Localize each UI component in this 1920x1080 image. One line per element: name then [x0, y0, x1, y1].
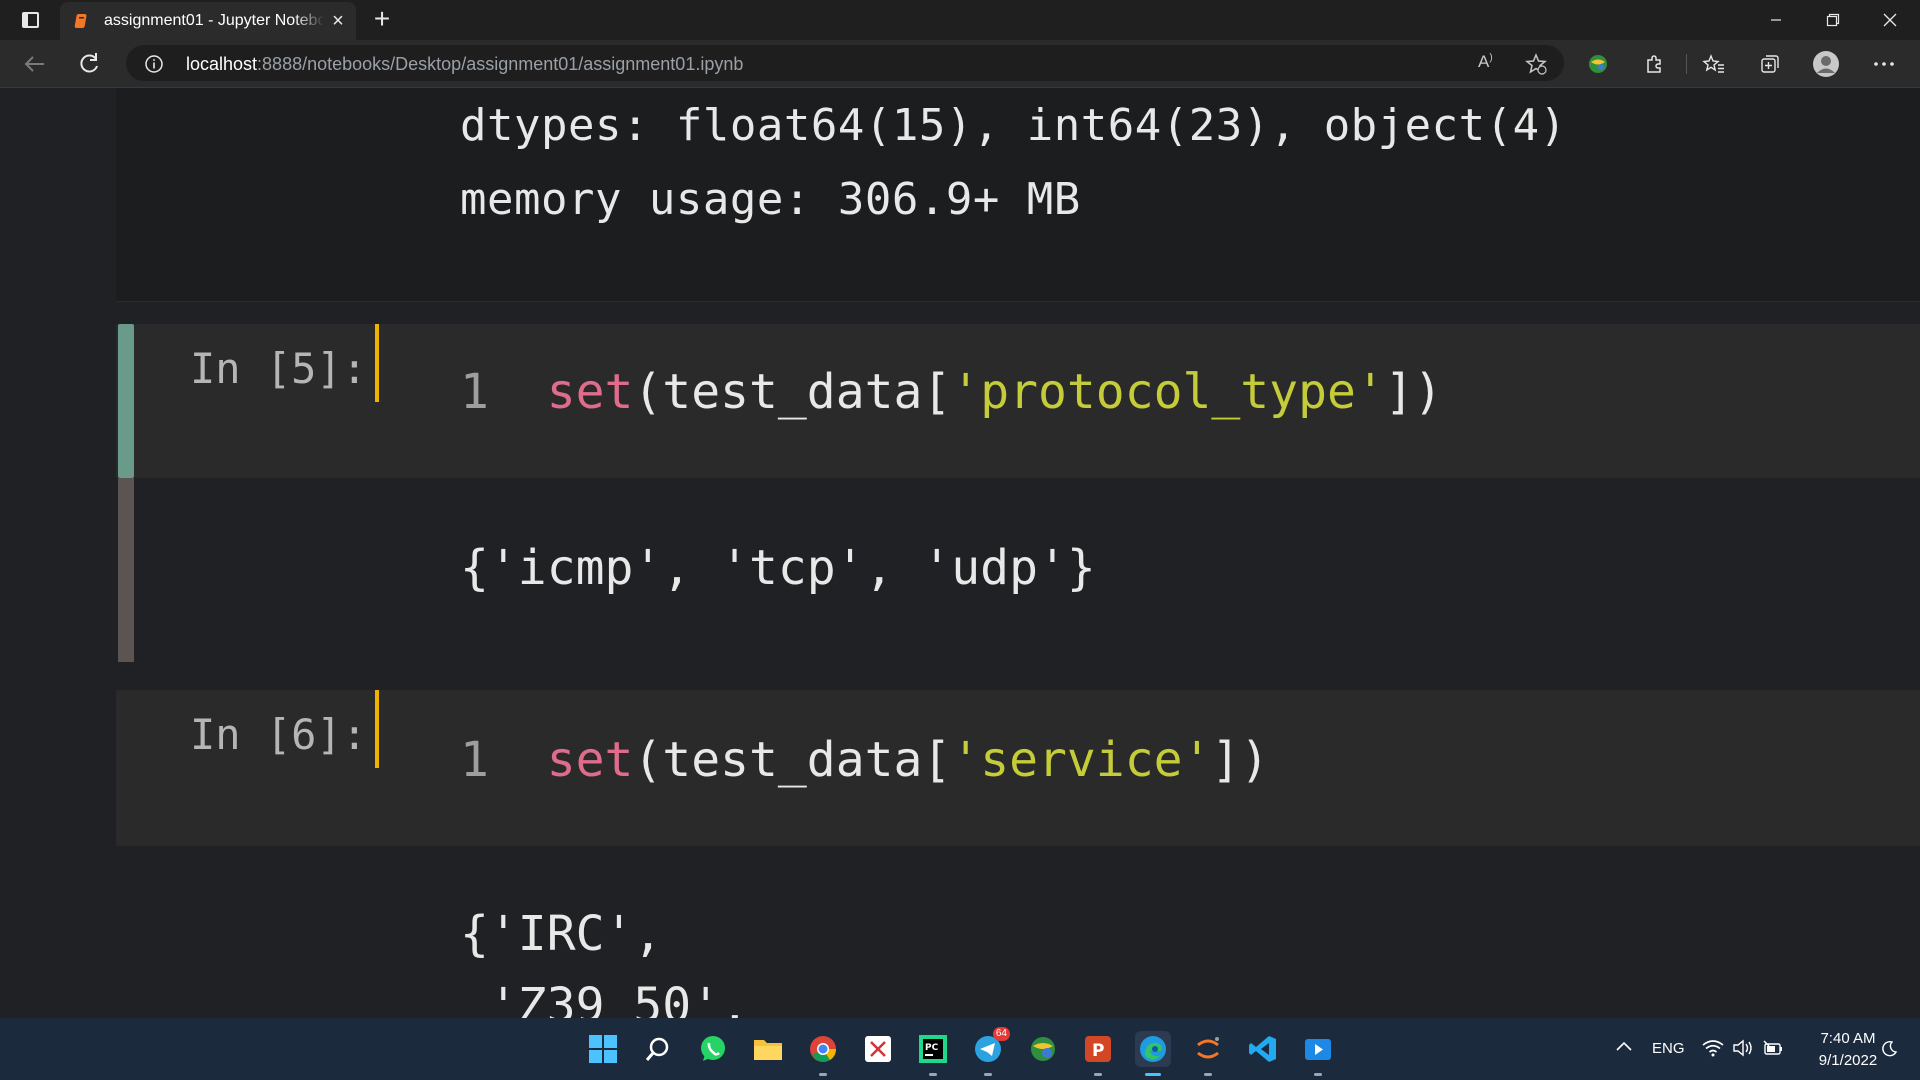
- profile-avatar-icon[interactable]: [1812, 50, 1840, 78]
- arrow-left-icon: [24, 56, 44, 72]
- cell-6-prompt: In [6]:: [190, 710, 368, 759]
- svg-text:P: P: [1092, 1041, 1104, 1061]
- start-windows-icon[interactable]: [585, 1031, 621, 1067]
- tab-title: assignment01 - Jupyter Notebook: [104, 12, 324, 30]
- jupyter-favicon-icon: [74, 14, 87, 28]
- language-indicator[interactable]: ENG: [1652, 1040, 1685, 1057]
- code-cell-6-output: [116, 846, 1920, 1018]
- cell-5-output-text: {'icmp', 'tcp', 'udp'}: [460, 540, 1096, 596]
- info-icon[interactable]: [144, 54, 164, 74]
- chevron-up-icon[interactable]: [1616, 1038, 1636, 1058]
- minimize-icon: [1771, 19, 1781, 21]
- media-player-icon[interactable]: [1300, 1031, 1336, 1076]
- battery-icon[interactable]: [1762, 1039, 1784, 1062]
- close-icon: [1883, 13, 1897, 27]
- cell-5-edit-bar: [375, 324, 379, 402]
- cell-6-code[interactable]: 1 set(test_data['service']): [460, 732, 1269, 788]
- extensions-puzzle-icon[interactable]: [1640, 50, 1668, 78]
- clock-date[interactable]: 9/1/2022: [1808, 1052, 1888, 1069]
- running-indicator: [819, 1073, 827, 1076]
- volume-icon[interactable]: [1732, 1039, 1754, 1062]
- url-text[interactable]: localhost:8888/notebooks/Desktop/assignm…: [186, 54, 743, 75]
- line-number: 1: [460, 364, 489, 420]
- file-explorer-icon[interactable]: [750, 1031, 786, 1067]
- address-bar[interactable]: localhost:8888/notebooks/Desktop/assignm…: [126, 45, 1564, 81]
- search-icon[interactable]: [640, 1031, 676, 1067]
- browser-toolbar: localhost:8888/notebooks/Desktop/assignm…: [0, 40, 1920, 88]
- code-punct-close: ]): [1384, 364, 1443, 420]
- window-minimize-button[interactable]: [1748, 0, 1804, 40]
- reload-icon: [80, 53, 98, 73]
- cell-6-output-line-1: {'IRC',: [460, 906, 663, 962]
- code-punct-close: ]): [1211, 732, 1270, 788]
- browser-globe-icon[interactable]: [1025, 1031, 1061, 1067]
- new-tab-button[interactable]: +: [368, 5, 396, 34]
- chrome-icon[interactable]: [805, 1031, 841, 1076]
- restore-icon: [1826, 13, 1840, 27]
- telegram-icon[interactable]: 64: [970, 1027, 1010, 1076]
- toolbar-separator: [1686, 54, 1687, 74]
- active-indicator: [1145, 1073, 1161, 1076]
- vscode-icon[interactable]: [1245, 1031, 1281, 1067]
- url-host: localhost: [186, 54, 258, 74]
- focus-moon-icon[interactable]: [1880, 1040, 1898, 1063]
- powerpoint-icon[interactable]: P: [1080, 1031, 1116, 1076]
- code-string: 'protocol_type': [951, 364, 1385, 420]
- clock-time[interactable]: 7:40 AM: [1808, 1030, 1888, 1047]
- snipping-tool-icon[interactable]: [860, 1031, 896, 1067]
- line-number: 1: [460, 732, 489, 788]
- extension-globe-icon[interactable]: [1584, 50, 1612, 78]
- running-indicator: [1094, 1073, 1102, 1076]
- browser-titlebar: assignment01 - Jupyter Notebook × +: [0, 0, 1920, 40]
- selected-cell-indicator: [118, 324, 134, 478]
- cell-5-code[interactable]: 1 set(test_data['protocol_type']): [460, 364, 1443, 420]
- window-close-button[interactable]: [1862, 0, 1918, 40]
- code-string: 'service': [951, 732, 1212, 788]
- jupyter-icon[interactable]: [1190, 1031, 1226, 1076]
- running-indicator: [929, 1073, 937, 1076]
- code-punct-open: (test_data[: [633, 364, 952, 420]
- tab-close-icon[interactable]: ×: [328, 11, 348, 31]
- output-dtypes-line: dtypes: float64(15), int64(23), object(4…: [460, 100, 1567, 151]
- code-function: set: [546, 364, 634, 420]
- cell-6-edit-bar: [375, 690, 379, 768]
- telegram-badge: 64: [992, 1027, 1010, 1041]
- notebook-content: dtypes: float64(15), int64(23), object(4…: [0, 88, 1920, 1018]
- whatsapp-icon[interactable]: [695, 1031, 731, 1067]
- url-path: :8888/notebooks/Desktop/assignment01/ass…: [257, 54, 744, 74]
- add-favorite-icon[interactable]: [1524, 52, 1548, 76]
- tab-actions-button[interactable]: [16, 8, 44, 32]
- favorites-icon[interactable]: [1700, 50, 1728, 78]
- edge-icon[interactable]: [1135, 1031, 1171, 1076]
- svg-text:PC: PC: [925, 1043, 939, 1053]
- cell-6-output-line-2: 'Z39_50',: [460, 978, 749, 1018]
- running-indicator: [984, 1073, 992, 1076]
- reload-button[interactable]: [72, 50, 106, 78]
- collections-icon[interactable]: [1756, 50, 1784, 78]
- more-options-icon[interactable]: [1870, 50, 1898, 78]
- pycharm-icon[interactable]: PC: [915, 1031, 951, 1076]
- wifi-icon[interactable]: [1702, 1039, 1724, 1062]
- read-aloud-icon[interactable]: A): [1478, 52, 1502, 76]
- browser-tab-active[interactable]: assignment01 - Jupyter Notebook ×: [60, 2, 356, 40]
- output-collapse-bar[interactable]: [118, 478, 134, 662]
- tab-actions-icon: [21, 12, 39, 28]
- running-indicator: [1204, 1073, 1212, 1076]
- output-memory-line: memory usage: 306.9+ MB: [460, 174, 1081, 225]
- code-punct-open: (test_data[: [633, 732, 952, 788]
- cell-5-prompt: In [5]:: [190, 344, 368, 393]
- window-restore-button[interactable]: [1805, 0, 1861, 40]
- code-function: set: [546, 732, 634, 788]
- running-indicator: [1314, 1073, 1322, 1076]
- back-button[interactable]: [18, 50, 52, 78]
- windows-taskbar: PC 64 P ENG 7:40 AM 9/1/2022: [0, 1018, 1920, 1080]
